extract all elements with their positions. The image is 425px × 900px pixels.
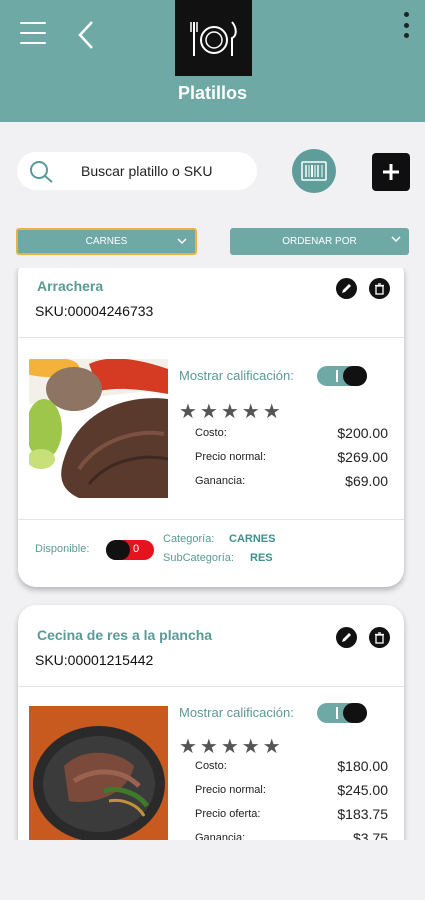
profit-value: $3.75 <box>352 830 388 840</box>
normal-price-label: Precio normal: <box>195 451 266 463</box>
sort-label: ORDENAR POR <box>282 236 357 247</box>
dish-list[interactable]: Arrachera SKU:00004246733 Mostrar califi… <box>0 268 425 840</box>
offer-price-value: $183.75 <box>337 806 388 822</box>
app-header: Platillos <box>0 0 425 122</box>
page-title: Platillos <box>177 83 248 103</box>
normal-price-value: $245.00 <box>337 782 388 798</box>
category-value: CARNES <box>229 533 276 545</box>
star-icon[interactable]: ★★★★★ <box>179 734 284 759</box>
chevron-down-icon <box>177 238 187 245</box>
available-toggle[interactable]: 0 <box>106 540 154 560</box>
normal-price-label: Precio normal: <box>195 784 266 796</box>
dish-name[interactable]: Arrachera <box>37 278 103 294</box>
bottom-area <box>0 840 425 900</box>
sort-select[interactable]: ORDENAR POR <box>230 228 409 255</box>
edit-icon[interactable] <box>336 278 357 299</box>
dish-name[interactable]: Cecina de res a la plancha <box>37 627 212 643</box>
cost-value: $180.00 <box>337 758 388 774</box>
trash-icon[interactable] <box>369 278 390 299</box>
offer-price-label: Precio oferta: <box>195 808 261 820</box>
available-label: Disponible: <box>35 543 90 555</box>
cost-label: Costo: <box>195 427 227 439</box>
dish-photo <box>29 359 168 498</box>
show-rating-label: Mostrar calificación: <box>179 705 294 720</box>
dish-card: Cecina de res a la plancha SKU:000012154… <box>18 605 404 840</box>
restaurant-logo-icon <box>175 0 252 76</box>
category-filter-select[interactable]: CARNES <box>16 228 197 255</box>
divider <box>18 337 404 338</box>
more-vert-icon[interactable] <box>401 12 411 38</box>
search-icon <box>30 161 53 183</box>
add-dish-button[interactable] <box>372 153 410 191</box>
category-label: Categoría: <box>163 533 215 545</box>
subcategory-value: RES <box>250 552 273 564</box>
normal-price-value: $269.00 <box>337 449 388 465</box>
edit-icon[interactable] <box>336 627 357 648</box>
profit-value: $69.00 <box>345 473 388 489</box>
profit-label: Ganancia: <box>195 832 246 840</box>
divider <box>18 686 404 687</box>
show-rating-toggle[interactable] <box>317 366 367 386</box>
back-icon[interactable] <box>74 18 98 52</box>
plus-icon <box>383 164 399 180</box>
dish-sku: SKU:00004246733 <box>35 303 154 319</box>
barcode-icon <box>301 161 327 181</box>
profit-label: Ganancia: <box>195 475 246 487</box>
subcategory-label: SubCategoría: <box>163 552 234 564</box>
dish-sku: SKU:00001215442 <box>35 652 154 668</box>
chevron-down-icon <box>391 236 401 243</box>
available-count: 0 <box>133 543 140 555</box>
show-rating-label: Mostrar calificación: <box>179 368 294 383</box>
search-placeholder: Buscar platillo o SKU <box>81 163 213 179</box>
search-input[interactable]: Buscar platillo o SKU <box>17 152 257 190</box>
dish-card: Arrachera SKU:00004246733 Mostrar califi… <box>18 268 404 587</box>
category-filter-label: CARNES <box>85 236 128 247</box>
divider <box>18 519 404 520</box>
cost-label: Costo: <box>195 760 227 772</box>
trash-icon[interactable] <box>369 627 390 648</box>
cost-value: $200.00 <box>337 425 388 441</box>
star-icon[interactable]: ★★★★★ <box>179 399 284 424</box>
show-rating-toggle[interactable] <box>317 703 367 723</box>
barcode-scan-button[interactable] <box>292 149 336 193</box>
dish-photo <box>29 706 168 840</box>
menu-icon[interactable] <box>20 22 46 48</box>
